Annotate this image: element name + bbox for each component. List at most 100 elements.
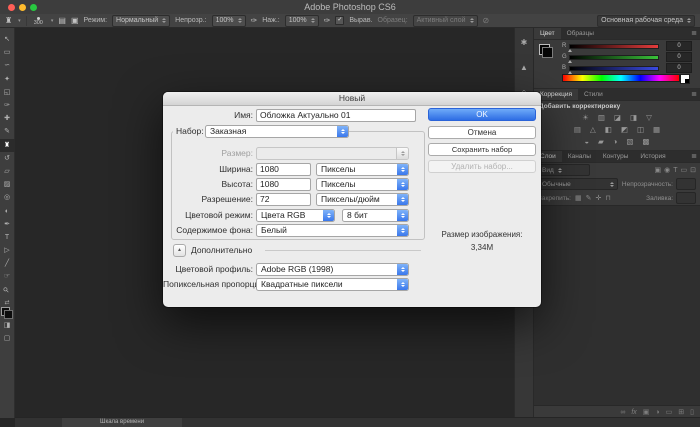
height-unit-dropdown[interactable]: Пикселы xyxy=(316,178,409,191)
path-selection-tool[interactable]: ▷ xyxy=(0,244,15,257)
name-input[interactable]: Обложка Актуально 01 xyxy=(256,109,416,122)
tab-swatches[interactable]: Образцы xyxy=(561,28,600,39)
color-balance-icon[interactable]: △ xyxy=(590,125,596,134)
color-lookup-icon[interactable]: ▦ xyxy=(653,125,660,134)
delete-layer-icon[interactable]: ▯ xyxy=(690,408,694,416)
brush-picker-caret-icon[interactable]: ▾ xyxy=(51,18,54,24)
save-preset-button[interactable]: Сохранить набор параметров... xyxy=(428,143,536,156)
channel-mixer-icon[interactable]: ◫ xyxy=(637,125,644,134)
background-dropdown[interactable]: Белый xyxy=(256,224,409,237)
dialog-title[interactable]: Новый xyxy=(163,92,541,106)
preset-dropdown[interactable]: Заказная xyxy=(205,125,349,138)
clone-stamp-tool[interactable]: ♜ xyxy=(0,139,15,152)
quick-selection-tool[interactable]: ✦ xyxy=(0,73,15,86)
mountain-panel-icon[interactable]: ▲ xyxy=(520,63,528,72)
delete-preset-button[interactable]: Удалить набор... xyxy=(428,160,536,173)
airbrush-toggle-icon[interactable]: ✑ xyxy=(324,16,331,26)
ok-button[interactable]: OK xyxy=(428,108,536,121)
layer-effects-icon[interactable]: fx xyxy=(631,409,636,416)
selective-color-icon[interactable]: ▩ xyxy=(642,137,649,146)
background-color-swatch[interactable] xyxy=(542,47,553,58)
filter-adjustment-icon[interactable]: ◉ xyxy=(664,166,670,174)
invert-icon[interactable]: ◒ xyxy=(584,137,589,146)
blur-tool[interactable]: ◎ xyxy=(0,191,15,204)
pen-tool[interactable]: ✒ xyxy=(0,218,15,231)
tab-timeline[interactable]: Шкала времени xyxy=(62,418,182,427)
layer-opacity-field[interactable] xyxy=(676,178,696,190)
blend-mode-dropdown[interactable]: Нормальный xyxy=(112,15,170,27)
advanced-disclosure-button[interactable]: ▲ xyxy=(173,244,186,257)
hand-tool[interactable]: ☞ xyxy=(0,270,15,283)
tab-history[interactable]: История xyxy=(634,151,671,162)
exposure-icon[interactable]: ◨ xyxy=(630,113,637,122)
screen-mode-button[interactable]: ▢ xyxy=(0,332,15,345)
color-mode-dropdown[interactable]: Цвета RGB xyxy=(256,209,335,222)
clone-source-panel-icon[interactable]: ▣ xyxy=(71,16,79,26)
panel-menu-icon[interactable]: ≣ xyxy=(691,151,697,162)
panel-menu-icon[interactable]: ≣ xyxy=(691,28,697,39)
filter-type-icon[interactable]: T xyxy=(673,167,677,174)
green-value[interactable]: 0 xyxy=(666,52,692,62)
red-slider[interactable] xyxy=(569,44,659,49)
tab-color[interactable]: Цвет xyxy=(534,28,561,39)
tool-preset-icon[interactable]: ♜ xyxy=(5,16,12,26)
tab-paths[interactable]: Контуры xyxy=(597,151,635,162)
size-dropdown[interactable] xyxy=(256,147,409,160)
lasso-tool[interactable]: ∽ xyxy=(0,59,15,72)
pixel-aspect-dropdown[interactable]: Квадратные пиксели xyxy=(256,278,409,291)
type-tool[interactable]: T xyxy=(0,231,15,244)
quick-mask-button[interactable]: ◨ xyxy=(0,319,15,332)
brightness-contrast-icon[interactable]: ☀ xyxy=(582,113,589,122)
layer-filter-dropdown[interactable]: Вид xyxy=(538,164,590,176)
width-input[interactable]: 1080 xyxy=(256,163,311,176)
panel-menu-icon[interactable]: ≣ xyxy=(691,89,697,100)
hue-saturation-icon[interactable]: ▤ xyxy=(574,125,581,134)
bit-depth-dropdown[interactable]: 8 бит xyxy=(342,209,409,222)
history-brush-tool[interactable]: ↺ xyxy=(0,152,15,165)
opacity-dropdown[interactable]: 100% xyxy=(212,15,246,27)
background-color-swatch[interactable] xyxy=(4,310,13,319)
gradient-tool[interactable]: ▨ xyxy=(0,178,15,191)
dodge-tool[interactable]: ◐ xyxy=(0,204,15,217)
sparkle-panel-icon[interactable]: ✱ xyxy=(521,38,528,47)
gradient-map-icon[interactable]: ▧ xyxy=(626,137,633,146)
new-group-icon[interactable]: ▭ xyxy=(666,408,673,416)
airbrush-icon[interactable]: ✑ xyxy=(251,16,258,26)
new-layer-icon[interactable]: ⊞ xyxy=(678,408,684,416)
marquee-tool[interactable]: ▭ xyxy=(0,46,15,59)
close-window-icon[interactable] xyxy=(8,4,15,11)
color-spectrum-ramp[interactable] xyxy=(562,74,680,82)
move-tool[interactable]: ↖ xyxy=(0,33,15,46)
layer-blend-mode-dropdown[interactable]: Обычные xyxy=(538,178,618,190)
curves-icon[interactable]: ◪ xyxy=(614,113,621,122)
aligned-checkbox[interactable]: ✓ xyxy=(335,16,344,25)
tool-preset-caret-icon[interactable]: ▾ xyxy=(18,18,21,24)
sample-dropdown[interactable]: Активный слой xyxy=(413,15,478,27)
ignore-adjustment-layers-icon[interactable]: ⊘ xyxy=(483,16,490,26)
crop-tool[interactable]: ◱ xyxy=(0,86,15,99)
link-layers-icon[interactable]: ∞ xyxy=(620,409,625,416)
healing-brush-tool[interactable]: ✚ xyxy=(0,112,15,125)
shape-tool[interactable]: ╱ xyxy=(0,257,15,270)
photo-filter-icon[interactable]: ◩ xyxy=(621,125,628,134)
filter-pixel-icon[interactable]: ▣ xyxy=(654,166,661,174)
add-layer-mask-icon[interactable]: ▣ xyxy=(643,408,650,416)
color-profile-dropdown[interactable]: Adobe RGB (1998) xyxy=(256,263,409,276)
lock-all-icon[interactable]: ⊓ xyxy=(605,194,610,202)
eraser-tool[interactable]: ▱ xyxy=(0,165,15,178)
layer-fill-field[interactable] xyxy=(676,192,696,204)
lock-pixels-icon[interactable]: ✎ xyxy=(586,194,592,202)
zoom-tool[interactable]: ⚲ xyxy=(0,284,15,297)
filter-smart-icon[interactable]: ⊡ xyxy=(690,166,696,174)
swap-colors-icon[interactable]: ⇄ xyxy=(4,299,9,306)
layers-list[interactable] xyxy=(534,205,700,406)
resolution-input[interactable]: 72 xyxy=(256,193,311,206)
cancel-button[interactable]: Отмена xyxy=(428,126,536,139)
green-slider[interactable] xyxy=(569,55,659,60)
color-swatches[interactable] xyxy=(1,307,13,319)
filter-shape-icon[interactable]: ▭ xyxy=(681,166,688,174)
black-white-icon[interactable]: ◧ xyxy=(605,125,612,134)
black-white-chips[interactable] xyxy=(680,74,690,84)
brush-preset-picker[interactable]: 300 xyxy=(32,17,45,25)
zoom-window-icon[interactable] xyxy=(30,4,37,11)
